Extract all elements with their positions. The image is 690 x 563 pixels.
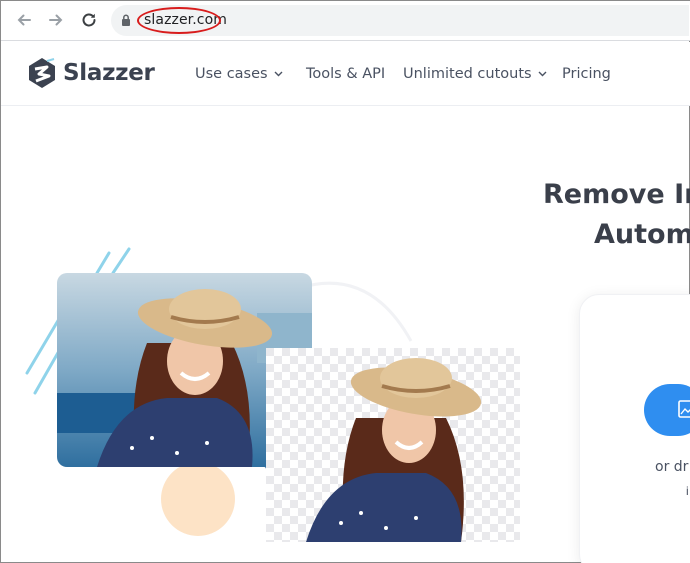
image-icon <box>678 400 690 418</box>
cutout-image <box>266 348 520 542</box>
drop-hint-text: or dr <box>655 459 689 475</box>
upload-image-button[interactable] <box>644 384 690 436</box>
after-photo <box>266 348 520 542</box>
peach-circle <box>161 462 235 536</box>
drop-hint-text-2: i <box>686 484 689 498</box>
